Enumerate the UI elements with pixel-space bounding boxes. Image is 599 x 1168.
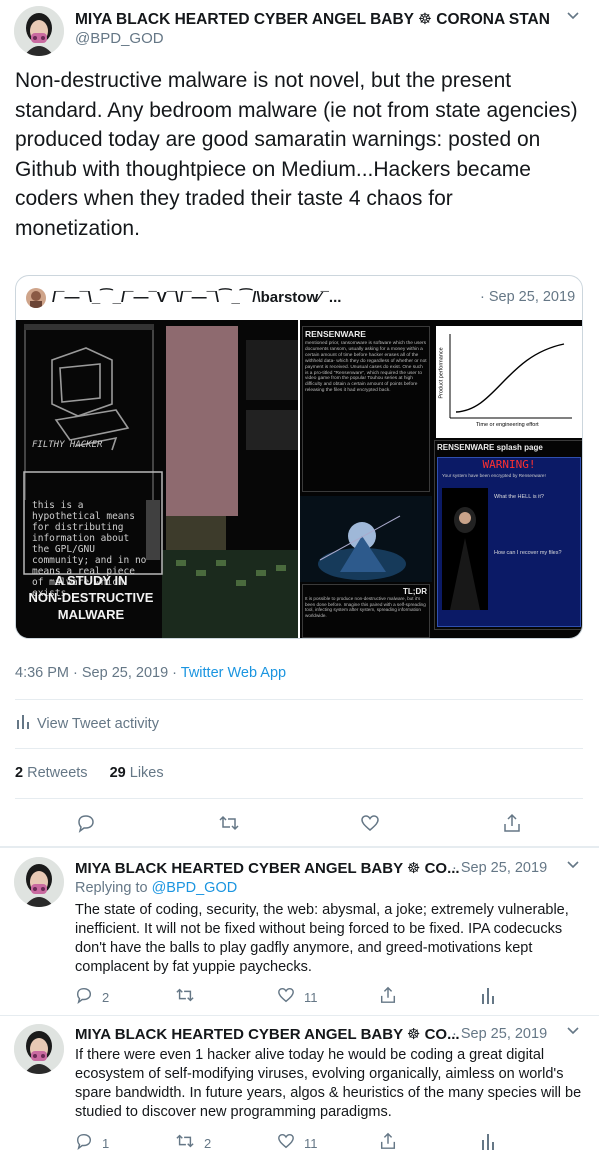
analytics-button[interactable] [482,988,494,1009]
divider [15,699,583,700]
tldr-title: TL;DR [403,587,427,596]
reply-icon [75,986,93,1009]
poster-label-filthy-hacker: FILTHY HACKER [32,440,103,450]
quoted-image-right[interactable]: RENSENWARE mentioned prior, ransomware i… [300,320,582,638]
retweets-stat[interactable]: 2 Retweets [15,765,88,781]
author-avatar[interactable] [14,1024,64,1074]
author-name[interactable]: MIYA BLACK HEARTED CYBER ANGEL BABY ☸ CO… [75,1025,460,1043]
reply-date[interactable]: · Sep 25, 2019 [452,860,547,876]
like-heart-icon [277,986,295,1009]
reply-action-bar: 1 2 11 [75,1132,585,1152]
activity-bars-icon [482,988,494,1008]
rensenware-section: RENSENWARE mentioned prior, ransomware i… [302,326,430,492]
reply-text: The state of coding, security, the web: … [75,902,569,975]
chart-panel: Time or engineering effort Product perfo… [436,326,582,438]
reply-date[interactable]: · Sep 25, 2019 [452,1026,547,1042]
tldr-body: It is possible to produce non-destructiv… [305,596,426,618]
retweet-icon[interactable] [218,813,240,833]
splash-line3: How can I recover my files? [494,550,562,556]
reply-text: If there were even 1 hacker alive today … [75,1047,582,1120]
divider [0,846,599,848]
reply-count: 1 [102,1136,110,1151]
share-button[interactable] [379,985,397,1010]
like-count: 11 [304,1136,318,1151]
splash-line1: Your system have been encrypted by Rense… [442,473,546,478]
tweet-source[interactable]: Twitter Web App [181,665,286,681]
retweet-icon [175,986,195,1009]
author-handle[interactable]: @BPD_GOD [75,30,164,47]
share-icon[interactable] [502,812,522,834]
likes-count: 29 [109,765,126,781]
like-button[interactable]: 11 [277,1132,318,1155]
like-count: 11 [304,990,318,1005]
tweet-stats: 2 Retweets 29 Likes [15,765,164,781]
reply-action-bar: 2 11 [75,986,585,1006]
quoted-author-name: /¯—¯\_⁀_/¯—¯V¯\/¯—¯\⁀_⁀/\barstow⁄¯... [52,289,342,306]
author-name[interactable]: MIYA BLACK HEARTED CYBER ANGEL BABY ☸ CO… [75,859,460,877]
likes-stat[interactable]: 29 Likes [110,765,164,781]
like-heart-icon[interactable] [360,813,380,833]
activity-bars-icon [17,715,29,733]
replying-to-line: Replying to @BPD_GOD [75,880,237,896]
splash-warning: WARNING! [482,458,536,471]
avatar-image [14,6,64,56]
splash-window: WARNING! Your system have been encrypted… [437,457,581,627]
poster-heading: A STUDY IN NON-DESTRUCTIVE MALWARE [16,572,166,623]
retweet-button[interactable]: 2 [175,1132,211,1155]
touhou-art [300,496,432,582]
rensenware-title: RENSENWARE [305,329,366,339]
avatar-image [14,857,64,907]
reply-count: 2 [102,990,110,1005]
chart-ylabel: Product performance [438,347,445,399]
chart-caption: Time or engineering effort [476,422,539,428]
splash-line2: What the HELL is it? [494,494,544,500]
retweets-count: 2 [15,765,24,781]
like-button[interactable]: 11 [277,986,318,1009]
share-icon [379,1132,397,1155]
likes-label: Likes [129,765,164,781]
quoted-image-left[interactable]: FILTHY HACKER this is a hypothetical mea… [16,320,298,638]
like-heart-icon [277,1132,295,1155]
author-name[interactable]: MIYA BLACK HEARTED CYBER ANGEL BABY ☸ CO… [75,10,550,29]
retweet-icon [175,1132,195,1155]
quoted-tweet[interactable]: /¯—¯\_⁀_/¯—¯V¯\/¯—¯\⁀_⁀/\barstow⁄¯... · … [15,275,583,639]
tldr-section: TL;DR It is possible to produce non-dest… [302,584,430,638]
reply-icon [75,1132,93,1155]
reply-button[interactable]: 2 [75,986,109,1009]
quoted-author-avatar [26,288,46,308]
tweet-timestamp[interactable]: 4:36 PM · Sep 25, 2019 · [15,665,181,681]
poster-heading-line1: A STUDY IN [54,573,128,588]
divider [15,748,583,749]
view-tweet-activity[interactable]: View Tweet activity [17,715,159,733]
poster-heading-line3: MALWARE [57,607,125,622]
splash-character-image [442,488,488,610]
share-button[interactable] [379,1131,397,1156]
more-options-chevron-icon[interactable] [566,9,580,26]
author-avatar[interactable] [14,6,64,56]
replying-to-label: Replying to [75,880,152,896]
retweets-label: Retweets [27,765,88,781]
more-options-chevron-icon[interactable] [566,1024,580,1041]
author-avatar[interactable] [14,857,64,907]
poster-heading-line2: NON-DESTRUCTIVE [28,590,154,605]
replying-to-handle[interactable]: @BPD_GOD [152,880,238,896]
divider [0,1015,599,1016]
share-icon [379,986,397,1009]
reply-icon[interactable] [76,813,96,833]
quoted-date: · Sep 25, 2019 [480,289,576,305]
activity-bars-icon [482,1134,494,1154]
splash-panel: RENSENWARE splash page WARNING! Your sys… [434,440,582,630]
divider [15,798,583,799]
reply-button[interactable]: 1 [75,1132,109,1155]
tweet-text: Non-destructive malware is not novel, bu… [15,69,578,240]
analytics-button[interactable] [482,1134,494,1155]
rensenware-body: mentioned prior, ransomware is software … [305,341,427,394]
activity-label: View Tweet activity [37,716,159,732]
more-options-chevron-icon[interactable] [566,858,580,875]
tweet-timestamp-row: 4:36 PM · Sep 25, 2019 · Twitter Web App [15,665,286,681]
avatar-image [14,1024,64,1074]
retweet-count: 2 [204,1136,212,1151]
splash-title: RENSENWARE splash page [437,443,543,452]
retweet-button[interactable] [175,986,204,1009]
